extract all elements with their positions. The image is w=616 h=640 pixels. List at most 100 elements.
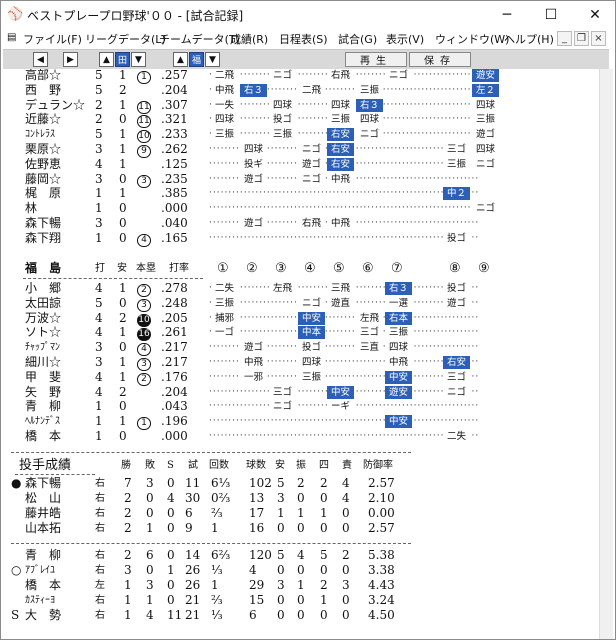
hits: 0	[119, 201, 127, 216]
table-row: ｶｽﾃｨｰﾖ右 1 1 0 21 ⅔ 15 0 0 1 0 3.24	[3, 593, 599, 608]
mdi-close-button[interactable]: ×	[591, 31, 606, 46]
prev-game-button[interactable]: ◀	[33, 52, 48, 67]
inning-dots: ········································…	[209, 98, 499, 113]
pitching-s: 0	[167, 548, 175, 562]
pitching-col-header: 四	[319, 460, 329, 471]
at-bats: 1	[95, 230, 103, 245]
menu-game[interactable]: 試合(G)	[338, 31, 377, 47]
pitching-k: 0	[297, 563, 305, 577]
home-team-down-button[interactable]: ▼	[131, 52, 146, 67]
throwing-hand: 右	[95, 523, 105, 534]
player-name: 細川☆	[25, 355, 62, 369]
menu-stats[interactable]: 成績(R)	[230, 31, 268, 47]
hits: 1	[119, 186, 127, 201]
pitching-w: 2	[124, 506, 132, 520]
batting-average: .043	[161, 399, 188, 414]
menu-help[interactable]: ヘルプ(H)	[504, 31, 554, 47]
pitching-k: 0	[297, 608, 305, 622]
at-bat-result: 右安	[327, 128, 354, 142]
header-underline	[23, 278, 203, 279]
pitching-bb: 2	[320, 578, 328, 592]
player-name: ﾍﾙﾅﾝﾃﾞｽ	[25, 416, 60, 428]
pitching-w: 2	[124, 491, 132, 505]
at-bat-result: 中安	[327, 385, 354, 399]
menu-bar: ▤ ファイル(F) リーグデータ(L) チームデータ(T) 成績(R) 日程表(…	[1, 29, 615, 49]
at-bat-result: 三振	[211, 128, 238, 142]
menu-schedule[interactable]: 日程表(S)	[279, 31, 328, 47]
away-team-down-button[interactable]: ▼	[205, 52, 220, 67]
next-game-button[interactable]: ▶	[63, 52, 78, 67]
team-divider	[11, 543, 411, 544]
batting-average: .125	[161, 156, 188, 171]
mdi-minimize-button[interactable]: _	[557, 31, 572, 46]
home-team-button[interactable]: 田	[115, 52, 130, 67]
at-bat-result: 右安	[327, 143, 354, 156]
pitching-er: 2	[342, 548, 350, 562]
pitching-bb: 0	[320, 608, 328, 622]
menu-view[interactable]: 表示(V)	[386, 31, 424, 47]
player-name: 藤岡☆	[25, 171, 62, 186]
replay-button[interactable]: 再生	[345, 52, 407, 67]
menu-file[interactable]: ファイル(F)	[23, 31, 82, 47]
pitching-er: 0	[342, 593, 350, 607]
batting-average: .204	[161, 82, 188, 97]
close-button[interactable]: ✕	[573, 1, 615, 29]
at-bat-result: 右安	[443, 356, 470, 369]
pitching-w: 7	[124, 476, 132, 490]
table-row: ﾍﾙﾅﾝﾃﾞｽ 1 1 1.196 ··························…	[3, 414, 599, 431]
pitching-bb: 1	[320, 506, 328, 520]
pitching-er: 0	[342, 506, 350, 520]
at-bat-result: 遊ゴ	[240, 217, 267, 230]
at-bat-result: 三振	[443, 157, 470, 171]
throwing-hand: 左	[95, 580, 105, 591]
menu-window[interactable]: ウィンドウ(W)	[435, 31, 509, 47]
rbi-badge: 4	[137, 340, 151, 357]
home-team-up-button[interactable]: ▲	[99, 52, 114, 67]
batting-average: .307	[161, 97, 188, 112]
save-button[interactable]: 保存	[409, 52, 471, 67]
at-bat-result: 投ゴ	[443, 231, 470, 245]
rbi-badge: 10	[137, 127, 151, 144]
pitching-title: 投手成績	[19, 458, 72, 473]
at-bat-result: 三飛	[327, 282, 354, 295]
close-icon: ×	[594, 33, 603, 44]
batting-header: 福 島 打 安本塁 打率 ① ② ③ ④ ⑤ ⑥ ⑦ ⑧ ⑨	[3, 261, 599, 276]
inning-header: ⑨	[478, 261, 490, 276]
mdi-restore-button[interactable]: ❐	[574, 31, 589, 46]
menu-team-data[interactable]: チームデータ(T)	[159, 31, 240, 47]
pitching-era: 5.38	[368, 548, 395, 562]
rbi-badge: 1	[137, 69, 151, 84]
at-bats: 1	[95, 399, 103, 414]
rbi-badge: 16	[137, 325, 151, 342]
at-bat-result: 四球	[472, 98, 499, 112]
at-bats: 4	[95, 281, 103, 295]
pitcher-mark: ○	[11, 563, 22, 577]
hits: 0	[119, 171, 127, 186]
at-bat-result: ニゴ	[443, 385, 470, 399]
pitching-k: 0	[297, 593, 305, 607]
at-bats: 1	[95, 186, 103, 201]
pitching-h: 0	[277, 608, 285, 622]
hits: 1	[119, 156, 127, 171]
away-team-button[interactable]: 福	[189, 52, 204, 67]
app-window: ⚾ ベストプレープロ野球'００ - [試合記録] ─ ☐ ✕ ▤ ファイル(F)…	[0, 0, 616, 640]
pitching-col-header: 球数	[246, 460, 266, 471]
away-team-up-button[interactable]: ▲	[173, 52, 188, 67]
maximize-button[interactable]: ☐	[529, 1, 573, 29]
pitching-er: 0	[342, 563, 350, 577]
batting-average: .000	[161, 201, 188, 216]
at-bat-result: ニゴ	[269, 69, 296, 82]
inning-header: ⑧	[449, 261, 461, 276]
hits: 1	[119, 69, 127, 82]
pitcher-name: 森下暢	[25, 476, 62, 490]
pitching-col-header: 振	[296, 460, 306, 471]
throwing-hand: 右	[95, 610, 105, 621]
batting-average: .205	[161, 310, 188, 325]
hits: 2	[119, 310, 127, 325]
minimize-button[interactable]: ─	[485, 1, 529, 29]
table-row: 林 1 0 .000 ·································…	[3, 201, 599, 216]
vertical-scrollbar[interactable]	[599, 69, 613, 639]
menu-league-data[interactable]: リーグデータ(L)	[85, 31, 166, 47]
pitching-k: 0	[297, 521, 305, 535]
at-bats: 1	[95, 201, 103, 216]
